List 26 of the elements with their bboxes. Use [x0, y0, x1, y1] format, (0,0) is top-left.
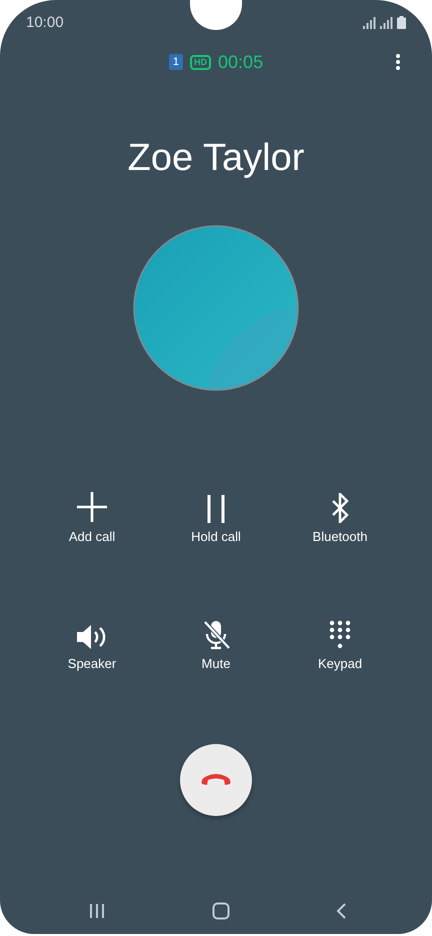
home-icon[interactable]	[212, 902, 230, 920]
contact-name: Zoe Taylor	[128, 137, 304, 180]
signal-icon	[380, 16, 393, 28]
call-duration: 00:05	[218, 52, 264, 72]
hd-badge: HD	[190, 54, 212, 70]
recent-apps-icon[interactable]	[89, 904, 105, 918]
call-action-button[interactable]: Keypad	[278, 615, 402, 671]
call-action-button[interactable]: Hold call	[154, 488, 278, 544]
call-action-button[interactable]: Speaker	[30, 615, 154, 671]
hang-up-icon	[200, 773, 232, 787]
battery-icon	[397, 16, 406, 28]
more-options-icon[interactable]	[395, 53, 401, 71]
signal-icon	[363, 16, 376, 28]
bluetooth-icon	[330, 493, 350, 523]
call-action-button[interactable]: Bluetooth	[278, 488, 402, 544]
pause-icon	[206, 495, 226, 523]
plus-icon	[76, 491, 108, 523]
call-action-button[interactable]: Mute	[154, 615, 278, 671]
back-icon[interactable]	[336, 903, 346, 919]
muted-microphone-icon	[202, 620, 230, 650]
keypad-icon	[329, 620, 351, 650]
camera-notch	[190, 0, 242, 30]
speaker-icon	[76, 624, 108, 650]
call-action-button[interactable]: Add call	[30, 488, 154, 544]
sim-badge: 1	[168, 54, 184, 70]
status-time: 10:00	[26, 14, 64, 30]
